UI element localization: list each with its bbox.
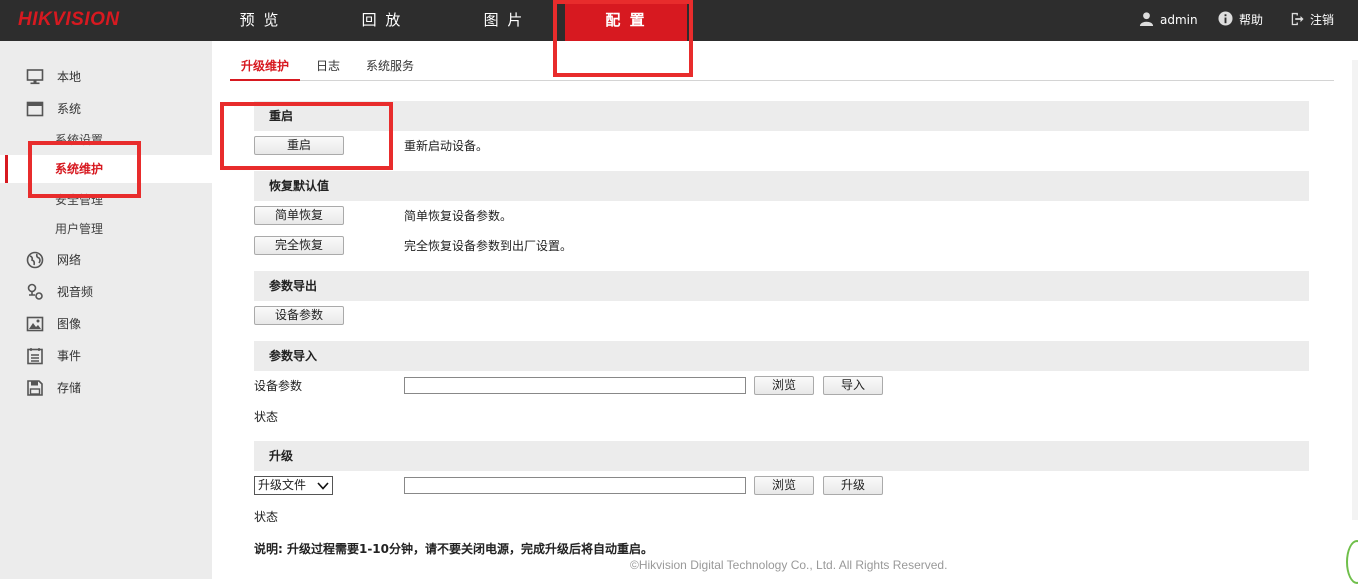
logout-icon [1291, 12, 1304, 25]
sidebar-item-storage[interactable]: 存储 [0, 374, 212, 402]
sidebar-subitem-system-settings[interactable]: 系统设置 [0, 126, 212, 154]
import-field-label: 设备参数 [254, 379, 303, 393]
sidebar-subitem-label: 系统设置 [55, 133, 104, 147]
calendar-list-icon [27, 348, 43, 365]
simple-restore-button[interactable]: 简单恢复 [254, 206, 344, 225]
section-header-export: 参数导出 [254, 271, 1309, 301]
section-header-restore: 恢复默认值 [254, 171, 1309, 201]
window-icon [26, 101, 44, 117]
sidebar-item-label: 事件 [57, 349, 82, 363]
help-link[interactable]: 帮助 [1218, 0, 1263, 41]
nav-picture[interactable]: 图 片 [449, 0, 559, 41]
sidebar-item-label: 系统 [57, 102, 82, 116]
sidebar-subitem-security[interactable]: 安全管理 [0, 186, 212, 214]
upgrade-button[interactable]: 升级 [823, 476, 883, 495]
reboot-description: 重新启动设备。 [404, 139, 489, 153]
section-header-import: 参数导入 [254, 341, 1309, 371]
sidebar-item-label: 存储 [57, 381, 82, 395]
full-restore-description: 完全恢复设备参数到出厂设置。 [404, 239, 573, 253]
nav-configuration[interactable]: 配 置 [565, 0, 687, 41]
sidebar-item-label: 图像 [57, 317, 82, 331]
user-menu[interactable]: admin [1139, 0, 1198, 41]
import-button[interactable]: 导入 [823, 376, 883, 395]
camera-mic-icon [27, 283, 43, 300]
username: admin [1160, 13, 1198, 27]
upgrade-note: 说明: 升级过程需要1-10分钟，请不要关闭电源，完成升级后将自动重启。 [254, 542, 654, 556]
floppy-disk-icon [27, 380, 43, 396]
logout-label: 注销 [1310, 13, 1335, 27]
info-icon [1218, 11, 1233, 26]
section-title: 恢复默认值 [269, 179, 330, 193]
import-browse-button[interactable]: 浏览 [754, 376, 814, 395]
nav-playback[interactable]: 回 放 [327, 0, 437, 41]
sidebar-subitem-label: 系统维护 [55, 162, 104, 176]
logout-link[interactable]: 注销 [1290, 0, 1334, 41]
sidebar-item-label: 本地 [57, 70, 82, 84]
user-icon [1139, 12, 1154, 26]
chevron-down-icon [317, 482, 329, 490]
sidebar-subitem-label: 用户管理 [55, 222, 104, 236]
tab-system-service[interactable]: 系统服务 [360, 53, 420, 80]
section-title: 参数导入 [269, 349, 318, 363]
sidebar-item-local[interactable]: 本地 [0, 63, 212, 91]
section-title: 升级 [269, 449, 294, 463]
section-title: 参数导出 [269, 279, 318, 293]
upgrade-browse-button[interactable]: 浏览 [754, 476, 814, 495]
sidebar-item-system[interactable]: 系统 [0, 95, 212, 123]
reboot-button[interactable]: 重启 [254, 136, 344, 155]
tab-upgrade-maintenance[interactable]: 升级维护 [230, 53, 300, 81]
help-label: 帮助 [1239, 13, 1264, 27]
sidebar-subitem-system-maintenance[interactable]: 系统维护 [0, 155, 212, 183]
tab-log[interactable]: 日志 [308, 53, 348, 80]
vertical-scrollbar[interactable] [1352, 60, 1358, 520]
picture-icon [26, 316, 44, 332]
sidebar-item-image[interactable]: 图像 [0, 310, 212, 338]
sidebar-item-event[interactable]: 事件 [0, 342, 212, 370]
sidebar-item-video-audio[interactable]: 视音频 [0, 278, 212, 306]
full-restore-button[interactable]: 完全恢复 [254, 236, 344, 255]
status-ring-icon [1346, 540, 1358, 584]
sidebar-subitem-label: 安全管理 [55, 193, 104, 207]
globe-icon [26, 251, 44, 269]
monitor-icon [26, 69, 44, 85]
sidebar-subitem-user-management[interactable]: 用户管理 [0, 215, 212, 243]
tab-bar: 升级维护 日志 系统服务 [230, 53, 1334, 81]
copyright-footer: ©Hikvision Digital Technology Co., Ltd. … [630, 558, 948, 572]
section-header-reboot: 重启 [254, 101, 1309, 131]
import-status-label: 状态 [254, 410, 279, 424]
section-title: 重启 [269, 109, 294, 123]
upgrade-status-label: 状态 [254, 510, 279, 524]
export-device-params-button[interactable]: 设备参数 [254, 306, 344, 325]
simple-restore-description: 简单恢复设备参数。 [404, 209, 513, 223]
upgrade-file-input[interactable] [404, 477, 746, 494]
top-bar: HIKVISION 预 览 回 放 图 片 配 置 admin 帮助 注销 [0, 0, 1358, 41]
sidebar-item-network[interactable]: 网络 [0, 246, 212, 274]
hikvision-logo: HIKVISION [18, 9, 120, 30]
select-value: 升级文件 [258, 478, 307, 492]
upgrade-file-type-select[interactable]: 升级文件 [254, 476, 333, 495]
nav-preview[interactable]: 预 览 [205, 0, 315, 41]
sidebar-item-label: 视音频 [57, 285, 94, 299]
sidebar-item-label: 网络 [57, 253, 82, 267]
import-file-input[interactable] [404, 377, 746, 394]
section-header-upgrade: 升级 [254, 441, 1309, 471]
